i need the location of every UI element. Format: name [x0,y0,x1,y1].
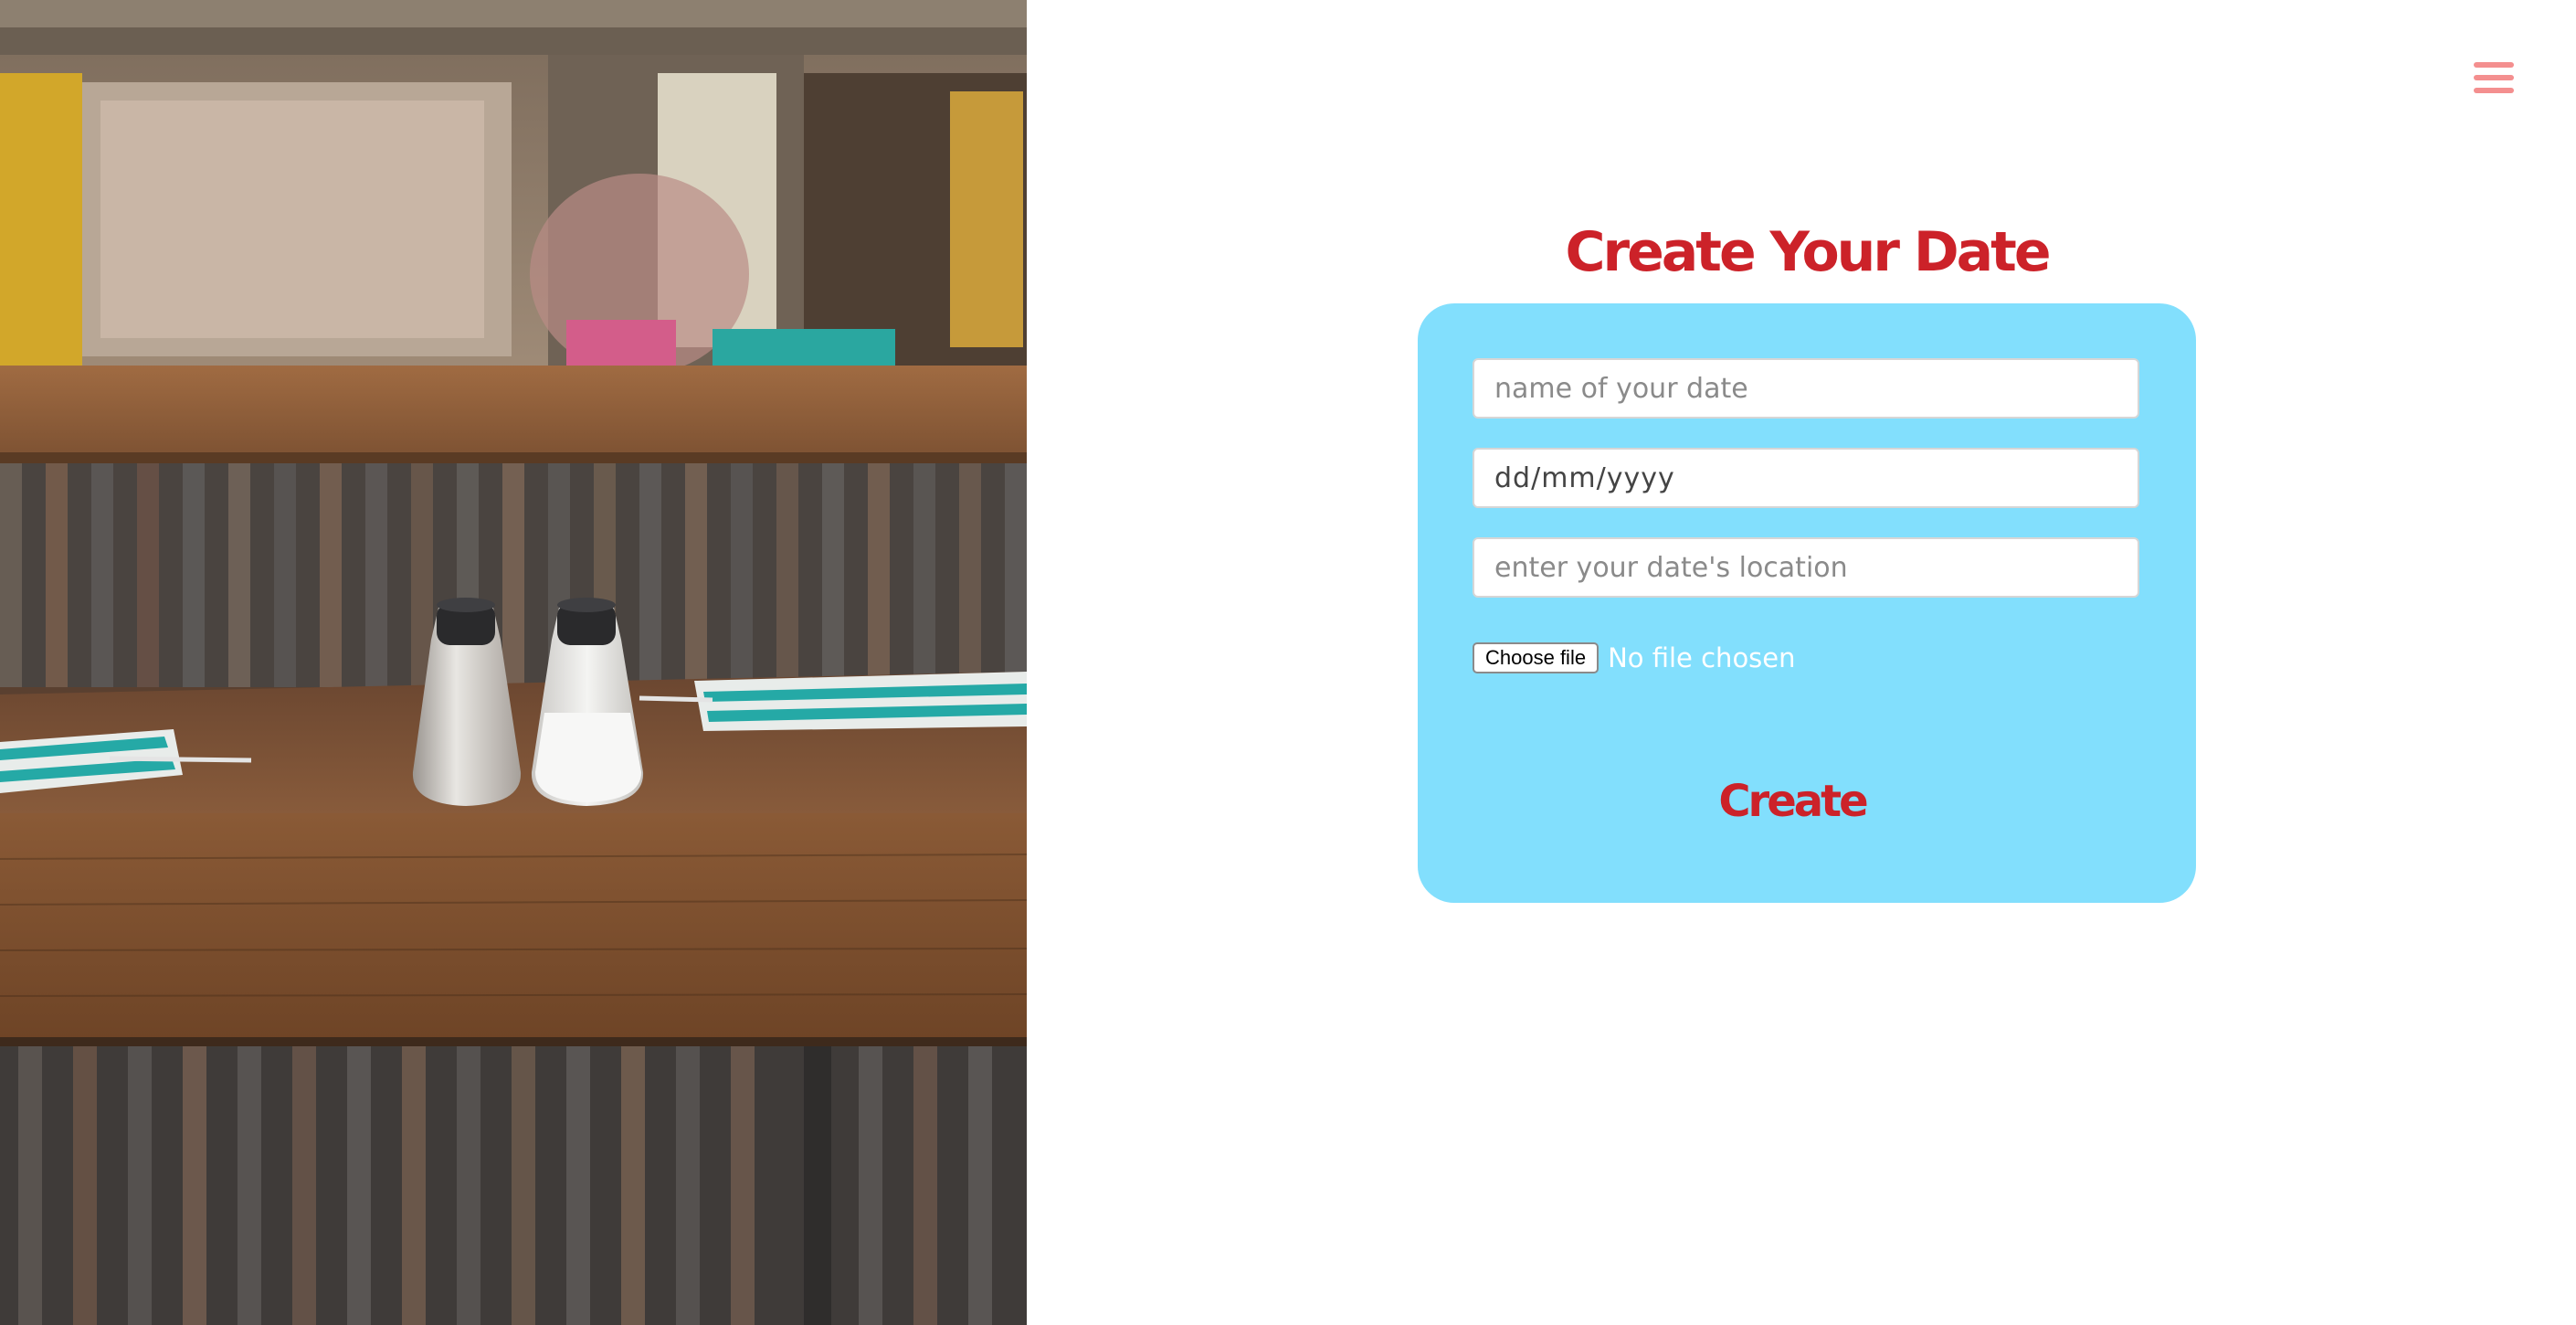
file-status-text: No file chosen [1608,642,1796,673]
page: Create Your Date dd/mm/yyyy Choose file … [0,0,2576,1325]
date-name-input[interactable] [1473,358,2139,419]
date-picker-placeholder: dd/mm/yyyy [1494,461,1675,494]
page-title: Create Your Date [1565,220,2051,284]
file-upload: Choose file No file chosen [1473,640,1796,676]
menu-bar-bottom [2474,88,2514,93]
date-picker-input[interactable]: dd/mm/yyyy [1473,448,2139,508]
choose-file-button[interactable]: Choose file [1473,642,1599,673]
menu-bar-top [2474,62,2514,68]
create-button[interactable]: Create [1418,775,2196,828]
create-date-form: dd/mm/yyyy Choose file No file chosen Cr… [1418,303,2196,903]
location-input[interactable] [1473,537,2139,598]
hero-photo [0,0,1027,1325]
hamburger-menu-icon[interactable] [2474,62,2514,95]
menu-bar-middle [2474,75,2514,80]
